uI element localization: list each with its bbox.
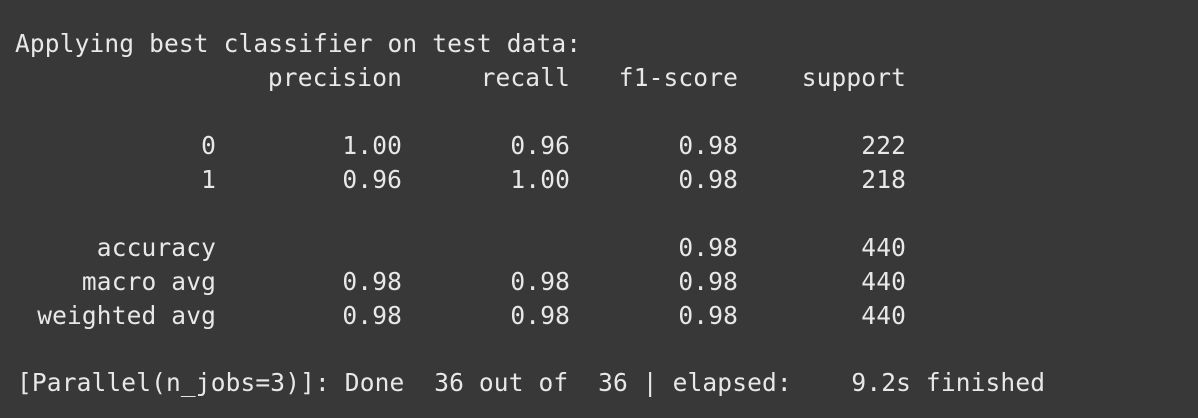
support-value: 440 [861,301,906,330]
report-row-weighted-avg: weighted avg 0.98 0.98 0.98 440 [0,299,1198,333]
precision-value: 1.00 [342,131,402,160]
support-value: 440 [861,267,906,296]
recall-value: 1.00 [510,165,570,194]
row-label: accuracy [96,233,216,262]
support-value: 218 [861,165,906,194]
recall-value: 0.98 [510,267,570,296]
f1-score-value: 0.98 [678,131,738,160]
f1-score-value: 0.98 [678,233,738,262]
row-label: 1 [201,165,216,194]
report-header-row: precision recall f1-score support [0,61,1198,95]
header-support: support [801,63,906,92]
f1-score-value: 0.98 [678,267,738,296]
parallel-status-line: [Parallel(n_jobs=3)]: Done 36 out of 36 … [17,368,1046,397]
report-row-accuracy: accuracy 0.98 440 [0,231,1198,265]
report-row-class-1: 1 0.96 1.00 0.98 218 [0,163,1198,197]
support-value: 222 [861,131,906,160]
header-recall: recall [480,63,570,92]
row-label: 0 [201,131,216,160]
row-label: weighted avg [37,301,216,330]
terminal-output: Applying best classifier on test data: p… [0,0,1198,418]
report-row-class-0: 0 1.00 0.96 0.98 222 [0,129,1198,163]
support-value: 440 [861,233,906,262]
heading-line: Applying best classifier on test data: [15,29,582,58]
header-f1-score: f1-score [618,63,738,92]
row-label: macro avg [81,267,216,296]
precision-value: 0.96 [342,165,402,194]
f1-score-value: 0.98 [678,165,738,194]
recall-value: 0.98 [510,301,570,330]
recall-value: 0.96 [510,131,570,160]
report-row-macro-avg: macro avg 0.98 0.98 0.98 440 [0,265,1198,299]
f1-score-value: 0.98 [678,301,738,330]
precision-value: 0.98 [342,267,402,296]
precision-value: 0.98 [342,301,402,330]
header-precision: precision [267,63,402,92]
